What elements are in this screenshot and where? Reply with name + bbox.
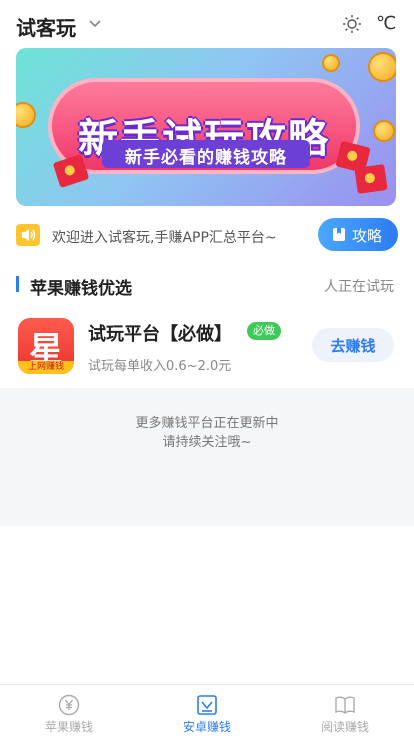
guide-button[interactable]: 攻略 bbox=[318, 218, 398, 251]
more-line-1: 更多赚钱平台正在更新中 bbox=[135, 416, 279, 431]
speaker-icon bbox=[16, 224, 40, 246]
notice-bar: 欢迎进入试客玩,手赚APP汇总平台~ 攻略 bbox=[16, 218, 398, 254]
tab-apple-earn[interactable]: 苹果赚钱 bbox=[0, 685, 138, 739]
chevron-down-icon[interactable] bbox=[88, 16, 102, 30]
yen-icon bbox=[58, 694, 80, 716]
platform-name: 试玩平台【必做】 bbox=[88, 324, 232, 345]
section-accent-bar bbox=[16, 276, 19, 292]
android-icon bbox=[197, 695, 217, 715]
banner-subtitle-box: 新手必看的赚钱攻略 bbox=[102, 140, 310, 168]
coin-decoration bbox=[322, 54, 340, 72]
tab-label: 安卓赚钱 bbox=[182, 720, 231, 734]
header: 试客玩 ℃ bbox=[0, 0, 414, 50]
section-players-text: 人正在试玩 bbox=[324, 279, 394, 295]
tab-label: 苹果赚钱 bbox=[44, 720, 93, 734]
list-item[interactable]: 星 上网赚钱 试玩平台【必做】 必做 试玩每单收入0.6~2.0元 去赚钱 bbox=[0, 306, 414, 388]
platform-description: 试玩每单收入0.6~2.0元 bbox=[88, 359, 232, 374]
go-earn-button[interactable]: 去赚钱 bbox=[312, 328, 394, 362]
app-title[interactable]: 试客玩 bbox=[16, 12, 76, 41]
coin-decoration bbox=[16, 102, 36, 128]
notice-text: 欢迎进入试客玩,手赚APP汇总平台~ bbox=[52, 230, 277, 246]
platform-logo-tag: 上网赚钱 bbox=[18, 361, 74, 374]
red-envelope-icon bbox=[354, 164, 388, 194]
more-line-2: 请持续关注哦~ bbox=[162, 435, 252, 450]
tab-reading-earn[interactable]: 阅读赚钱 bbox=[276, 685, 414, 739]
banner-subtitle: 新手必看的赚钱攻略 bbox=[125, 148, 287, 168]
book-icon bbox=[335, 696, 355, 714]
guide-button-label: 攻略 bbox=[352, 228, 383, 245]
coin-decoration bbox=[368, 52, 396, 82]
temperature-unit: ℃ bbox=[376, 13, 397, 34]
section-title: 苹果赚钱优选 bbox=[30, 279, 132, 299]
platform-logo: 星 上网赚钱 bbox=[18, 318, 74, 374]
promo-banner[interactable]: 新手试玩攻略 新手必看的赚钱攻略 bbox=[16, 48, 396, 206]
more-platforms-area: 更多赚钱平台正在更新中 请持续关注哦~ bbox=[0, 388, 414, 526]
tab-android-earn[interactable]: 安卓赚钱 bbox=[138, 685, 276, 739]
bottom-tab-bar: 苹果赚钱 安卓赚钱 阅读赚钱 bbox=[0, 684, 414, 739]
must-do-badge: 必做 bbox=[247, 322, 281, 340]
bookmark-icon bbox=[333, 228, 345, 241]
sun-icon bbox=[343, 15, 361, 33]
tab-label: 阅读赚钱 bbox=[320, 720, 369, 734]
coin-decoration bbox=[373, 120, 395, 142]
